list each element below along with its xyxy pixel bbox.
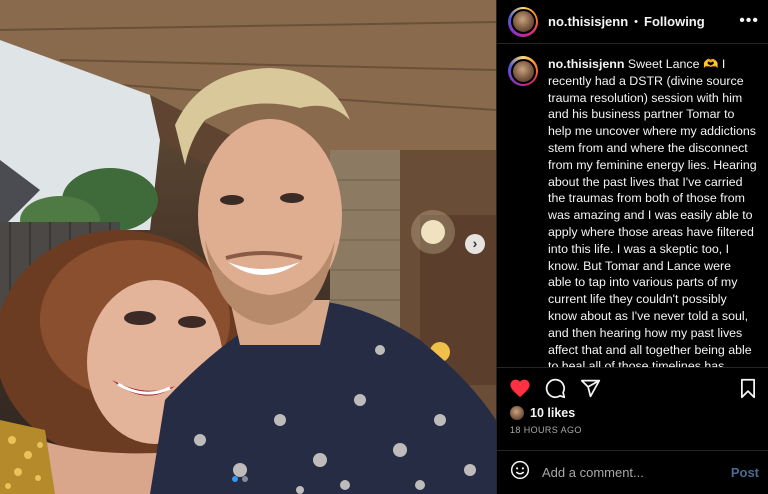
author-username[interactable]: no.thisisjenn <box>548 14 628 29</box>
emoji-icon[interactable] <box>510 460 530 485</box>
comment-icon[interactable] <box>545 378 566 404</box>
caption-text: no.thisisjenn Sweet Lance 🫶 I recently h… <box>548 56 757 367</box>
caption-scroll-area[interactable]: no.thisisjenn Sweet Lance 🫶 I recently h… <box>497 45 768 367</box>
header-separator: • <box>634 15 639 28</box>
likes-row: 10 likes <box>510 406 575 420</box>
caption-username[interactable]: no.thisisjenn <box>548 57 624 71</box>
comment-bar: Post <box>497 450 768 494</box>
liker-avatar <box>510 406 524 420</box>
caption-avatar[interactable] <box>508 56 538 86</box>
carousel-dot-1 <box>232 476 238 482</box>
post-timestamp[interactable]: 18 HOURS AGO <box>510 425 582 435</box>
more-options-icon[interactable]: ••• <box>739 12 759 30</box>
action-icons <box>509 378 601 404</box>
bookmark-icon[interactable] <box>739 378 757 404</box>
post-photo[interactable]: › <box>0 0 496 494</box>
comment-input[interactable] <box>540 464 724 481</box>
next-photo-button[interactable]: › <box>465 234 485 254</box>
author-avatar[interactable] <box>508 6 538 37</box>
carousel-indicator <box>232 476 248 482</box>
like-count[interactable]: 10 likes <box>530 406 575 420</box>
carousel-dot-2 <box>242 476 248 482</box>
photo-scene <box>0 0 496 494</box>
post-header: no.thisisjenn • Following ••• <box>497 0 768 44</box>
following-button[interactable]: Following <box>644 14 705 29</box>
post-comment-button[interactable]: Post <box>731 465 759 480</box>
caption-body: Sweet Lance 🫶 I recently had a DSTR (div… <box>548 57 757 367</box>
heart-icon[interactable] <box>509 378 531 404</box>
post-details-panel: no.thisisjenn • Following ••• no.thisisj… <box>496 0 768 494</box>
share-icon[interactable] <box>580 378 601 404</box>
caption-row: no.thisisjenn Sweet Lance 🫶 I recently h… <box>497 45 768 367</box>
